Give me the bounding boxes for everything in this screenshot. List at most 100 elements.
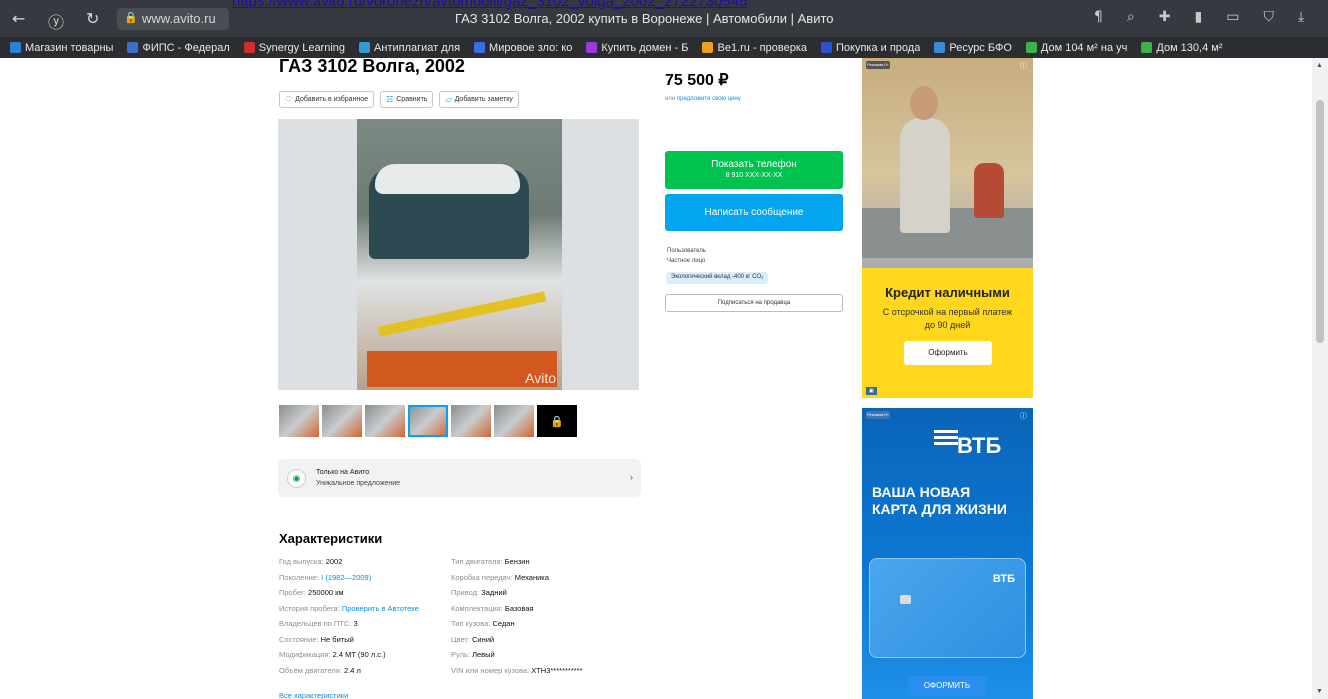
bookmark-favicon-icon (586, 42, 598, 53)
characteristic-row: Год выпуска: 2002 (279, 557, 343, 566)
extensions-icon[interactable]: ✚ (1159, 9, 1171, 25)
vtb-ad-title: ВАША НОВАЯ КАРТА ДЛЯ ЖИЗНИ (872, 484, 1007, 517)
bookmark-favicon-icon (359, 42, 371, 53)
yandex-icon[interactable]: ⓨ (48, 9, 64, 33)
bookmark-favicon-icon (474, 42, 486, 53)
offer-price-link[interactable]: предложите свою цену (677, 96, 741, 102)
bookmark-item[interactable]: Антиплагиат для (359, 42, 460, 54)
address-domain: www.avito.ru (142, 11, 216, 26)
characteristic-row: Тип кузова: Седан (451, 619, 515, 628)
note-icon: ▱ (445, 95, 452, 104)
add-favorite-button[interactable]: ♡ Добавить в избранное (279, 91, 375, 108)
characteristic-row: Тип двигателя: Бензин (451, 557, 530, 566)
reload-icon[interactable]: ↻ (86, 9, 99, 28)
bookmarks-bar: Магазин товарны ФИПС - Федерал Synergy Lea… (0, 37, 1328, 58)
address-bar[interactable]: 🔒 www.avito.ru (117, 8, 229, 30)
ad-photo (862, 58, 1033, 268)
thumbnail-active[interactable] (408, 405, 448, 437)
url-overlay[interactable]: https://www.avito.ru/voronezh/avtomobili… (232, 0, 747, 10)
lock-icon: 🔒 (124, 12, 138, 24)
show-phone-button[interactable]: Показать телефон 8 910 XXX-XX-XX (665, 151, 843, 189)
thumbnail[interactable] (451, 405, 491, 437)
bookmark-favicon-icon (10, 42, 21, 53)
vtb-logo-stripes-icon (934, 430, 958, 448)
only-avito-subtitle: Уникальное предложение (316, 480, 401, 487)
more-photos-lock-icon[interactable]: 🔒 (537, 405, 577, 437)
characteristic-row: Цвет: Синий (451, 634, 495, 644)
reader-mode-icon[interactable]: ¶ (1094, 9, 1103, 25)
thumbnail[interactable] (322, 405, 362, 437)
bookmark-item[interactable]: Synergy Learning (243, 42, 345, 54)
bookmark-item[interactable]: Магазин товарны (10, 42, 113, 54)
characteristics-right: Тип двигателя: Бензин Коробка передач: Ме… (451, 557, 583, 681)
bookmark-item[interactable]: Мировое зло: ко (474, 42, 572, 54)
vtb-ad-banner[interactable]: Реклама 0+ ⓘ ВТБ ВАША НОВАЯ КАРТА ДЛЯ ЖИ… (862, 408, 1033, 699)
only-avito-title: Только на Авито (316, 469, 370, 476)
bookmark-favicon-icon (243, 42, 255, 53)
photo-thumbnails: 🔒 (279, 405, 577, 437)
characteristic-row: VIN или номер кузова: XTH3*********** (451, 665, 583, 675)
scroll-up-icon[interactable]: ▲ (1316, 62, 1323, 69)
main-photo[interactable]: Avito (278, 119, 639, 390)
characteristic-row: Модификация: 2.4 MT (90 л.с.) (279, 650, 386, 659)
characteristic-row: Привод: Задний (451, 588, 507, 597)
all-characteristics-link[interactable]: Все характеристики (279, 691, 348, 699)
bookmark-favicon-icon (1025, 42, 1037, 53)
characteristic-row: Руль: Левый (451, 650, 495, 659)
thumbnail[interactable] (494, 405, 534, 437)
bookmark-item[interactable]: Дом 104 м² на уч (1025, 42, 1127, 54)
bookmark-icon[interactable]: ▮ (1195, 9, 1203, 25)
bookmark-favicon-icon (702, 42, 714, 53)
vtb-apply-button[interactable]: ОФОРМИТЬ (908, 676, 986, 696)
credit-apply-button[interactable]: Оформить (904, 341, 992, 365)
characteristic-row: Пробег: 250000 км (279, 588, 344, 597)
browser-actions: ¶ ⌕ ✚ ▮ ▭ ⛉ ⤓ (1094, 9, 1304, 25)
ad-label: Реклама 0+ (866, 61, 890, 69)
scrollbar-thumb[interactable] (1316, 100, 1324, 343)
credit-ad-banner[interactable]: Реклама 0+ ⓘ Кредит наличными С отсрочко… (862, 58, 1033, 398)
bookmark-item[interactable]: Ресурс БФО (934, 42, 1012, 54)
avito-watermark: Avito (525, 370, 556, 386)
battery-icon: ▭ (1226, 9, 1240, 25)
only-on-avito-banner[interactable]: ◉ Только на Авито Уникальное предложение… (278, 459, 641, 497)
write-message-button[interactable]: Написать сообщение (665, 194, 843, 231)
bank-card-image: ВТБ (869, 558, 1026, 658)
info-icon[interactable]: ⓘ (1020, 61, 1027, 71)
credit-ad-subtitle: С отсрочкой на первый платеж до 90 дней (882, 307, 1013, 330)
characteristic-row: Объём двигателя: 2.4 л (279, 665, 361, 675)
characteristics-left: Год выпуска: 2002 Поколение: I (1982—2009… (279, 557, 419, 681)
chevron-right-icon: › (630, 472, 633, 482)
characteristic-row: Состояние: Не битый (279, 634, 354, 644)
characteristics-heading: Характеристики (279, 531, 383, 546)
compare-icon: ☷ (386, 95, 394, 104)
subscribe-seller-button[interactable]: Подписаться на продавца (665, 294, 843, 312)
listing-actions: ♡ Добавить в избранное ☷ Сравнить ▱ Добавит… (279, 91, 519, 108)
listing-title: ГАЗ 3102 Волга, 2002 (279, 58, 465, 76)
characteristic-row: Комплектация: Базовая (451, 603, 534, 613)
eco-badge[interactable]: Экологический вклад -400 кг CO₂ (666, 272, 769, 284)
bookmark-item[interactable]: Покупка и прода (821, 42, 920, 54)
scroll-down-icon[interactable]: ▼ (1316, 688, 1323, 695)
protect-icon[interactable]: ⛉ (1263, 9, 1274, 25)
bookmark-favicon-icon (1141, 42, 1153, 53)
back-arrow-icon[interactable]: ← (12, 9, 25, 28)
card-chip-icon (900, 595, 911, 604)
bookmark-item[interactable]: Купить домен - Б (586, 42, 688, 54)
compare-button[interactable]: ☷ Сравнить (380, 91, 434, 108)
bookmark-item[interactable]: Дом 130,4 м² (1141, 42, 1223, 54)
scrollbar[interactable]: ▲ ▼ (1312, 58, 1328, 699)
seller-name[interactable]: Пользователь (667, 248, 706, 254)
seller-type: Частное лицо (667, 258, 706, 264)
search-icon[interactable]: ⌕ (1127, 9, 1135, 25)
car-photo: Avito (357, 119, 562, 390)
bookmark-item[interactable]: ФИПС - Федерал (127, 42, 230, 54)
characteristic-row: Коробка передач: Механика (451, 572, 549, 582)
bookmark-item[interactable]: Be1.ru - проверка (702, 42, 807, 54)
download-icon[interactable]: ⤓ (1298, 9, 1304, 25)
add-note-button[interactable]: ▱ Добавить заметку (439, 91, 519, 108)
thumbnail[interactable] (365, 405, 405, 437)
price-note: или предложите свою цену (665, 96, 741, 102)
avito-badge-icon: ◉ (287, 469, 306, 488)
info-icon[interactable]: ⓘ (1020, 411, 1027, 421)
thumbnail[interactable] (279, 405, 319, 437)
